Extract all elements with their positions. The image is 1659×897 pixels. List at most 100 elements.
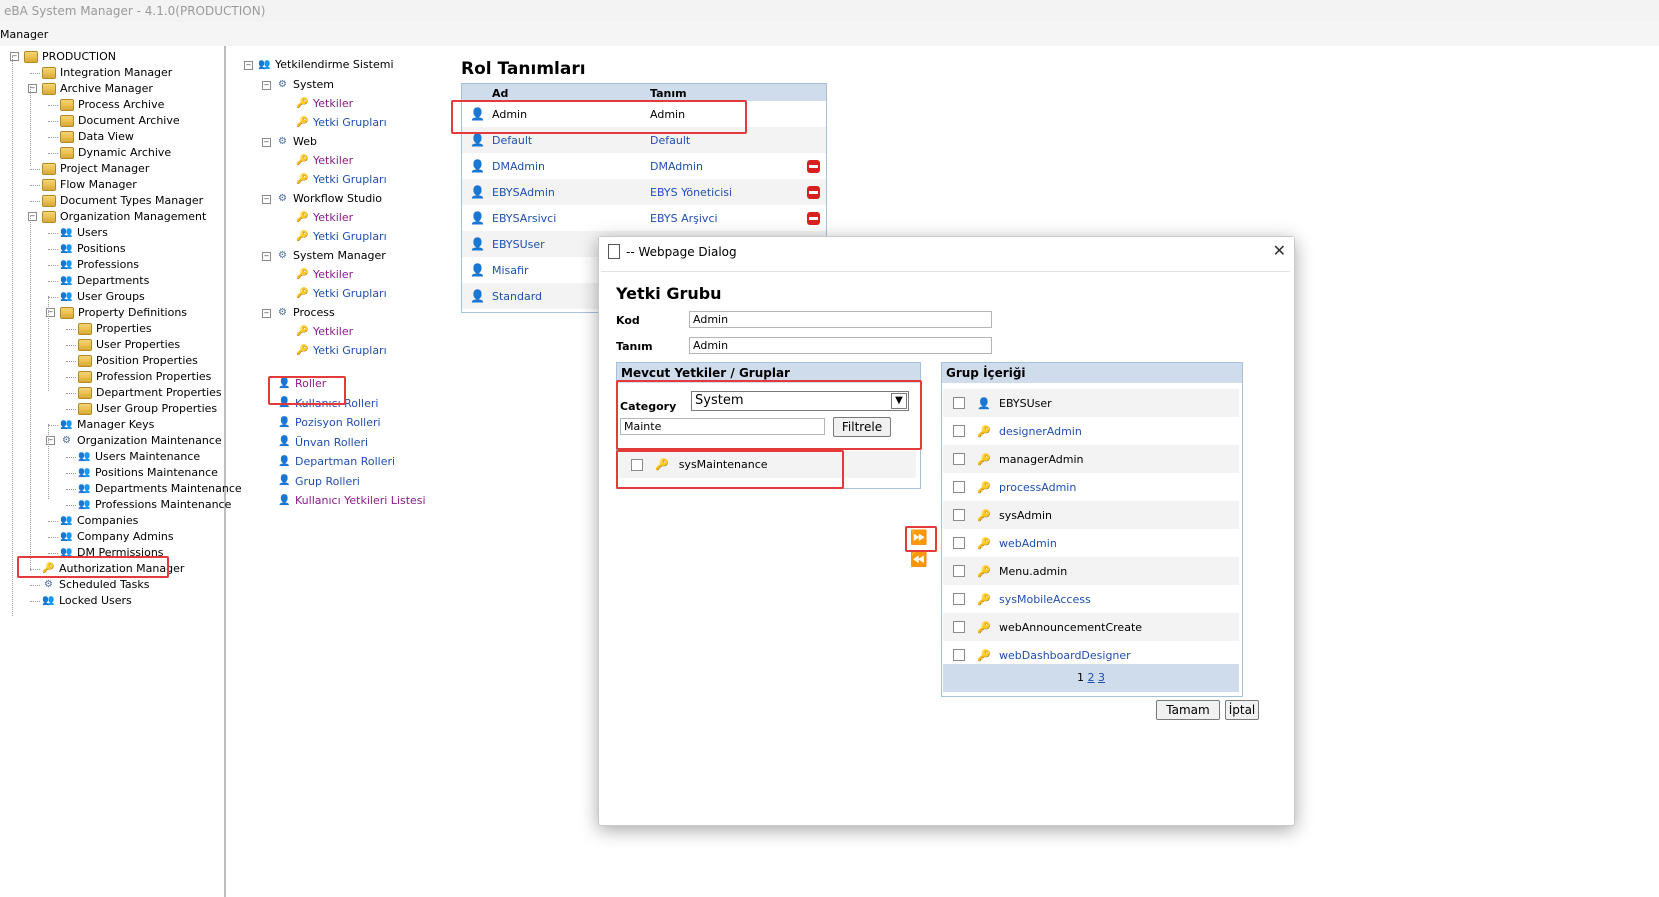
tree-item-companies[interactable]: 👥 Companies — [60, 513, 138, 528]
remove-arrow-button[interactable]: ⏪ — [910, 552, 927, 568]
group-item-checkbox[interactable] — [953, 397, 965, 409]
tree-item-document-types-manager[interactable]: Document Types Manager — [42, 193, 203, 208]
group-item-checkbox[interactable] — [953, 593, 965, 605]
tree-item-data-view[interactable]: Data View — [60, 129, 134, 144]
group-item-row[interactable]: 👤 EBYSUser — [943, 389, 1239, 417]
tree-link-4[interactable]: 👤 Departman Rolleri — [278, 454, 395, 469]
tree-item-positions-maintenance[interactable]: 👥 Positions Maintenance — [78, 465, 218, 480]
tree-item-company-admins[interactable]: 👥 Company Admins — [60, 529, 173, 544]
tree-group-system[interactable]: ⚙ System — [276, 77, 334, 92]
tree-item-flow-manager[interactable]: Flow Manager — [42, 177, 137, 192]
group-item-checkbox[interactable] — [953, 509, 965, 521]
role-name[interactable]: EBYSAdmin — [492, 186, 650, 199]
tree-item-user-group-properties[interactable]: User Group Properties — [78, 401, 217, 416]
delete-icon[interactable] — [807, 185, 820, 199]
tree-item-scheduled-tasks[interactable]: ⚙ Scheduled Tasks — [42, 577, 149, 592]
tree-item-professions-maintenance[interactable]: 👥 Professions Maintenance — [78, 497, 231, 512]
role-name[interactable]: Default — [492, 134, 650, 147]
group-item-row[interactable]: 🔑 managerAdmin — [943, 445, 1239, 473]
tree-child-yetkiler[interactable]: 🔑 Yetkiler — [296, 267, 353, 282]
group-item-label[interactable]: webAdmin — [999, 537, 1057, 550]
tree-item-users[interactable]: 👥 Users — [60, 225, 108, 240]
tree-item-integration-manager[interactable]: Integration Manager — [42, 65, 172, 80]
group-item-row[interactable]: 🔑 sysMobileAccess — [943, 585, 1239, 613]
group-item-row[interactable]: 🔑 webAnnouncementCreate — [943, 613, 1239, 641]
group-item-checkbox[interactable] — [953, 649, 965, 661]
collapse-toggle-icon[interactable]: − — [262, 81, 271, 90]
tree-link-6[interactable]: 👤 Kullanıcı Yetkileri Listesi — [278, 493, 425, 508]
collapse-toggle-icon[interactable]: − — [262, 195, 271, 204]
group-item-checkbox[interactable] — [953, 621, 965, 633]
delete-icon[interactable] — [807, 211, 820, 225]
group-item-row[interactable]: 🔑 sysAdmin — [943, 501, 1239, 529]
role-name[interactable]: EBYSArsivci — [492, 212, 650, 225]
group-item-checkbox[interactable] — [953, 481, 965, 493]
tree-child-yetki-gruplari[interactable]: 🔑 Yetki Grupları — [296, 115, 386, 130]
tree-item-production[interactable]: PRODUCTION — [24, 49, 116, 64]
tree-item-properties[interactable]: Properties — [78, 321, 152, 336]
tree-item-document-archive[interactable]: Document Archive — [60, 113, 180, 128]
kod-input[interactable]: Admin — [689, 311, 992, 328]
tree-child-yetkiler[interactable]: 🔑 Yetkiler — [296, 153, 353, 168]
group-item-label[interactable]: designerAdmin — [999, 425, 1082, 438]
tree-group-system-manager[interactable]: ⚙ System Manager — [276, 248, 386, 263]
role-row[interactable]: 👤 EBYSArsivci EBYS Arşivci — [462, 205, 826, 231]
tree-item-process-archive[interactable]: Process Archive — [60, 97, 164, 112]
tree-item-departments-maintenance[interactable]: 👥 Departments Maintenance — [78, 481, 241, 496]
tree-child-yetkiler[interactable]: 🔑 Yetkiler — [296, 324, 353, 339]
tree-item-archive-manager[interactable]: Archive Manager — [42, 81, 153, 96]
group-item-checkbox[interactable] — [953, 537, 965, 549]
delete-icon[interactable] — [807, 159, 820, 173]
tree-item-manager-keys[interactable]: 👥 Manager Keys — [60, 417, 154, 432]
tree-item-users-maintenance[interactable]: 👥 Users Maintenance — [78, 449, 200, 464]
page-2-link[interactable]: 2 — [1088, 671, 1095, 684]
tree-child-yetkiler[interactable]: 🔑 Yetkiler — [296, 96, 353, 111]
cancel-button[interactable]: İptal — [1225, 700, 1259, 720]
tree-child-yetkiler[interactable]: 🔑 Yetkiler — [296, 210, 353, 225]
tree-item-positions[interactable]: 👥 Positions — [60, 241, 125, 256]
group-item-label[interactable]: sysMobileAccess — [999, 593, 1091, 606]
tree-group-web[interactable]: ⚙ Web — [276, 134, 317, 149]
tree-item-profession-properties[interactable]: Profession Properties — [78, 369, 211, 384]
page-3-link[interactable]: 3 — [1098, 671, 1105, 684]
ok-button[interactable]: Tamam — [1156, 700, 1220, 720]
tree-group-workflow-studio[interactable]: ⚙ Workflow Studio — [276, 191, 382, 206]
tree-item-property-definitions[interactable]: Property Definitions — [60, 305, 187, 320]
group-item-label[interactable]: webDashboardDesigner — [999, 649, 1131, 662]
tree-item-project-manager[interactable]: Project Manager — [42, 161, 149, 176]
collapse-toggle-icon[interactable]: − — [244, 61, 253, 70]
manager-menu[interactable]: Manager — [0, 28, 48, 41]
tree-link-2[interactable]: 👤 Pozisyon Rolleri — [278, 415, 380, 430]
tree-item-dynamic-archive[interactable]: Dynamic Archive — [60, 145, 171, 160]
group-item-checkbox[interactable] — [953, 453, 965, 465]
group-item-row[interactable]: 🔑 designerAdmin — [943, 417, 1239, 445]
tree-child-yetki-gruplari[interactable]: 🔑 Yetki Grupları — [296, 229, 386, 244]
role-row[interactable]: 👤 DMAdmin DMAdmin — [462, 153, 826, 179]
role-row[interactable]: 👤 EBYSAdmin EBYS Yöneticisi — [462, 179, 826, 205]
group-item-checkbox[interactable] — [953, 565, 965, 577]
group-item-row[interactable]: 🔑 processAdmin — [943, 473, 1239, 501]
tree-item-user-properties[interactable]: User Properties — [78, 337, 180, 352]
tree-item-organization-maintenance[interactable]: ⚙ Organization Maintenance — [60, 433, 222, 448]
collapse-toggle-icon[interactable]: − — [262, 252, 271, 261]
close-icon[interactable]: ✕ — [1273, 241, 1286, 260]
role-name[interactable]: DMAdmin — [492, 160, 650, 173]
tree-child-yetki-gruplari[interactable]: 🔑 Yetki Grupları — [296, 343, 386, 358]
collapse-toggle-icon[interactable]: − — [262, 309, 271, 318]
group-item-checkbox[interactable] — [953, 425, 965, 437]
tree-root-yetkilendirme[interactable]: 👥 Yetkilendirme Sistemi — [258, 57, 393, 72]
tree-link-3[interactable]: 👤 Ünvan Rolleri — [278, 435, 368, 450]
tree-item-position-properties[interactable]: Position Properties — [78, 353, 198, 368]
tree-item-organization-management[interactable]: Organization Management — [42, 209, 206, 224]
group-item-row[interactable]: 🔑 Menu.admin — [943, 557, 1239, 585]
tree-item-departments[interactable]: 👥 Departments — [60, 273, 149, 288]
tree-item-professions[interactable]: 👥 Professions — [60, 257, 139, 272]
collapse-toggle-icon[interactable]: − — [262, 138, 271, 147]
tree-group-process[interactable]: ⚙ Process — [276, 305, 335, 320]
tree-item-user-groups[interactable]: 👥 User Groups — [60, 289, 145, 304]
tree-child-yetki-gruplari[interactable]: 🔑 Yetki Grupları — [296, 172, 386, 187]
group-item-row[interactable]: 🔑 webAdmin — [943, 529, 1239, 557]
tanim-input[interactable]: Admin — [689, 337, 992, 354]
tree-item-department-properties[interactable]: Department Properties — [78, 385, 222, 400]
tree-child-yetki-gruplari[interactable]: 🔑 Yetki Grupları — [296, 286, 386, 301]
